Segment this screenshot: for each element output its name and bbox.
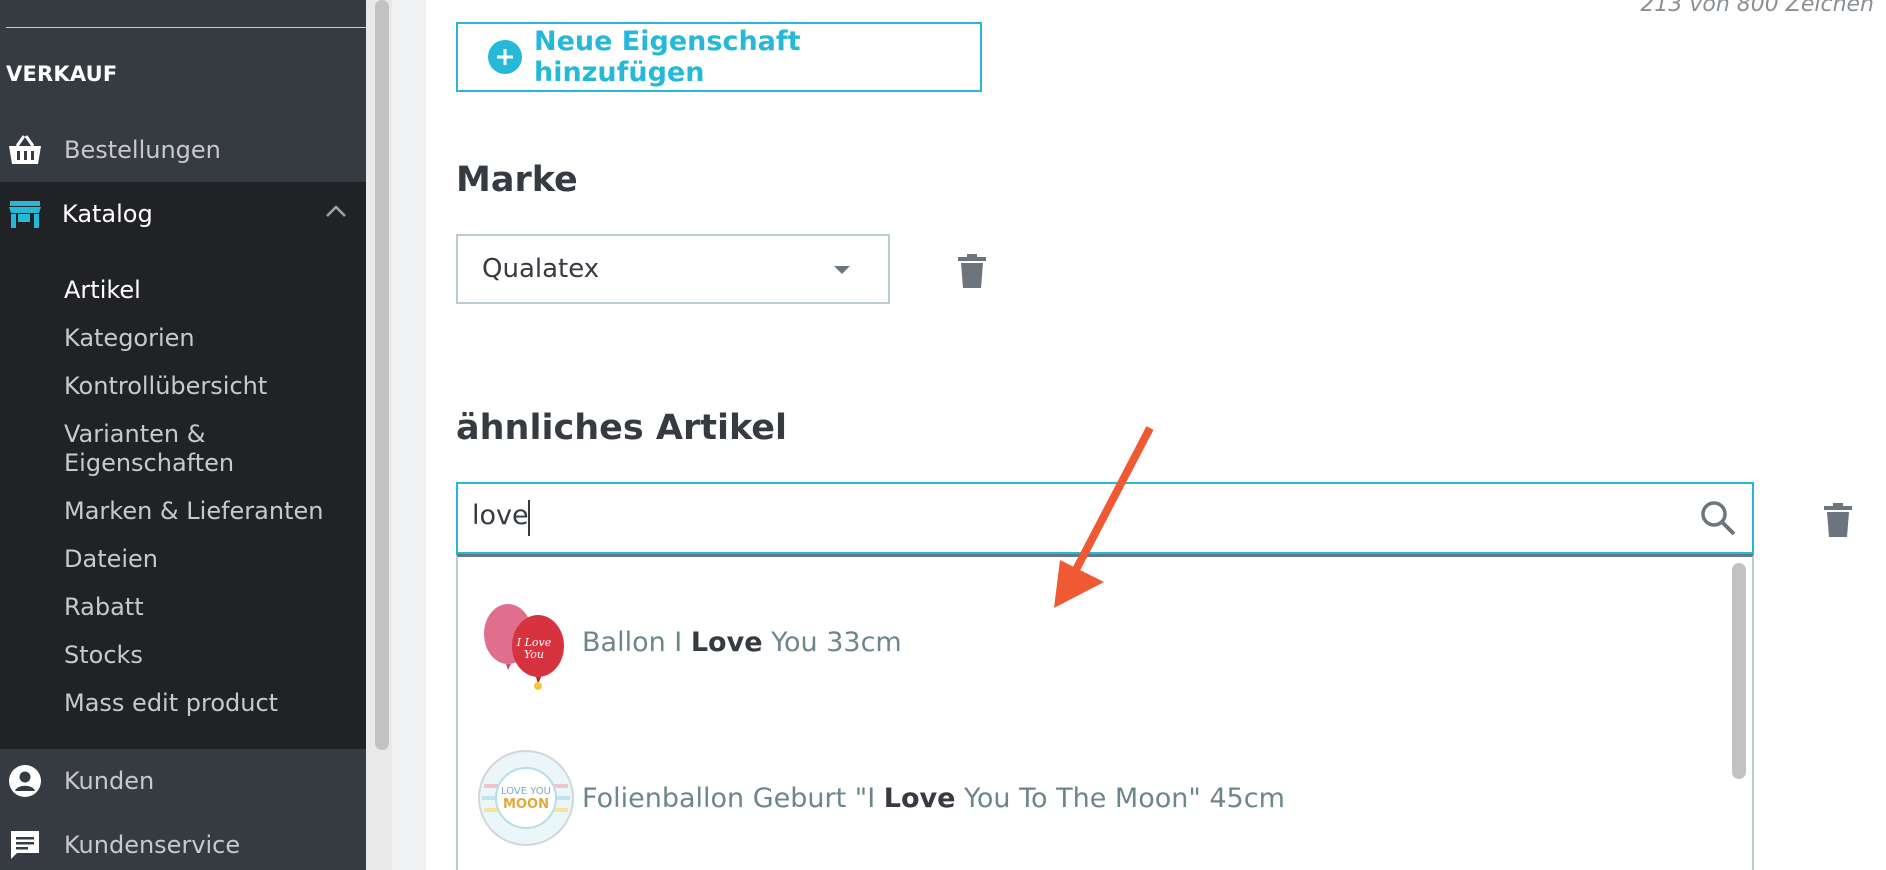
sidebar-item-customer-service[interactable]: Kundenservice — [0, 813, 366, 870]
user-icon — [6, 762, 44, 800]
content-gutter — [392, 0, 426, 870]
add-feature-label: Neue Eigenschaft hinzufügen — [533, 26, 801, 88]
sidebar-subitem-categories[interactable]: Kategorien — [64, 324, 195, 353]
sidebar: VERKAUF Bestellungen Katalog Artikel Kat… — [0, 0, 366, 870]
add-feature-button[interactable]: Neue Eigenschaft hinzufügen — [456, 22, 982, 92]
search-results-dropdown: I Love You Ballon I Love You 33cm LOVE Y… — [456, 554, 1754, 870]
sidebar-item-orders[interactable]: Bestellungen — [0, 118, 366, 182]
sidebar-subitem-attributes-line2[interactable]: Eigenschaften — [64, 449, 234, 478]
sidebar-section-title: VERKAUF — [6, 62, 118, 86]
sidebar-subitem-brands[interactable]: Marken & Lieferanten — [64, 497, 323, 526]
main-content: 213 von 800 Zeichen Neue Eigenschaft hin… — [426, 0, 1886, 870]
product-thumbnail: I Love You — [484, 604, 564, 690]
product-thumbnail: LOVE YOU MOON — [478, 750, 574, 846]
sidebar-divider — [6, 27, 366, 28]
svg-text:LOVE YOU: LOVE YOU — [501, 786, 551, 797]
sidebar-subitem-files[interactable]: Dateien — [64, 545, 158, 574]
sidebar-subitem-articles[interactable]: Artikel — [64, 276, 141, 305]
svg-text:MOON: MOON — [503, 797, 549, 812]
chevron-down-icon — [834, 266, 850, 274]
related-products-search[interactable] — [456, 482, 1754, 554]
sidebar-subitem-discounts[interactable]: Rabatt — [64, 593, 144, 622]
trash-icon[interactable] — [1824, 502, 1852, 538]
plus-circle-icon — [488, 40, 522, 74]
search-result-item[interactable]: LOVE YOU MOON Folienballon Geburt "I Lov… — [474, 743, 1714, 853]
svg-text:You: You — [524, 648, 544, 661]
chat-icon — [6, 826, 44, 864]
sidebar-subitem-monitoring[interactable]: Kontrollübersicht — [64, 372, 267, 401]
result-text: Ballon I Love You 33cm — [582, 626, 902, 658]
sidebar-item-label: Kundenservice — [64, 831, 241, 859]
trash-icon[interactable] — [958, 253, 986, 289]
sidebar-item-customers[interactable]: Kunden — [0, 749, 366, 813]
dropdown-scrollbar-thumb[interactable] — [1732, 563, 1746, 779]
sidebar-subitem-stocks[interactable]: Stocks — [64, 641, 143, 670]
sidebar-subitem-attributes[interactable]: Varianten & — [64, 420, 205, 449]
search-result-item[interactable]: I Love You Ballon I Love You 33cm — [474, 587, 1714, 697]
character-counter: 213 von 800 Zeichen — [1640, 0, 1874, 17]
sidebar-item-catalog[interactable]: Katalog — [0, 182, 366, 246]
search-icon[interactable] — [1698, 498, 1738, 538]
sidebar-item-label: Katalog — [62, 200, 153, 228]
sidebar-subitem-mass-edit[interactable]: Mass edit product — [64, 689, 278, 718]
result-text: Folienballon Geburt "I Love You To The M… — [582, 782, 1285, 814]
related-products-input[interactable] — [472, 500, 1622, 531]
sidebar-item-label: Kunden — [64, 767, 155, 795]
chevron-up-icon[interactable] — [324, 200, 348, 228]
sidebar-item-label: Bestellungen — [64, 136, 221, 164]
brand-select-value: Qualatex — [482, 254, 600, 284]
text-cursor — [528, 500, 530, 536]
basket-icon — [6, 131, 44, 169]
brand-heading: Marke — [456, 160, 578, 200]
store-icon — [6, 195, 44, 233]
related-products-heading: ähnliches Artikel — [456, 408, 788, 448]
catalog-submenu: Artikel Kategorien Kontrollübersicht Var… — [0, 246, 366, 749]
brand-select[interactable]: Qualatex — [456, 234, 890, 304]
sidebar-scrollbar-thumb[interactable] — [375, 0, 389, 750]
